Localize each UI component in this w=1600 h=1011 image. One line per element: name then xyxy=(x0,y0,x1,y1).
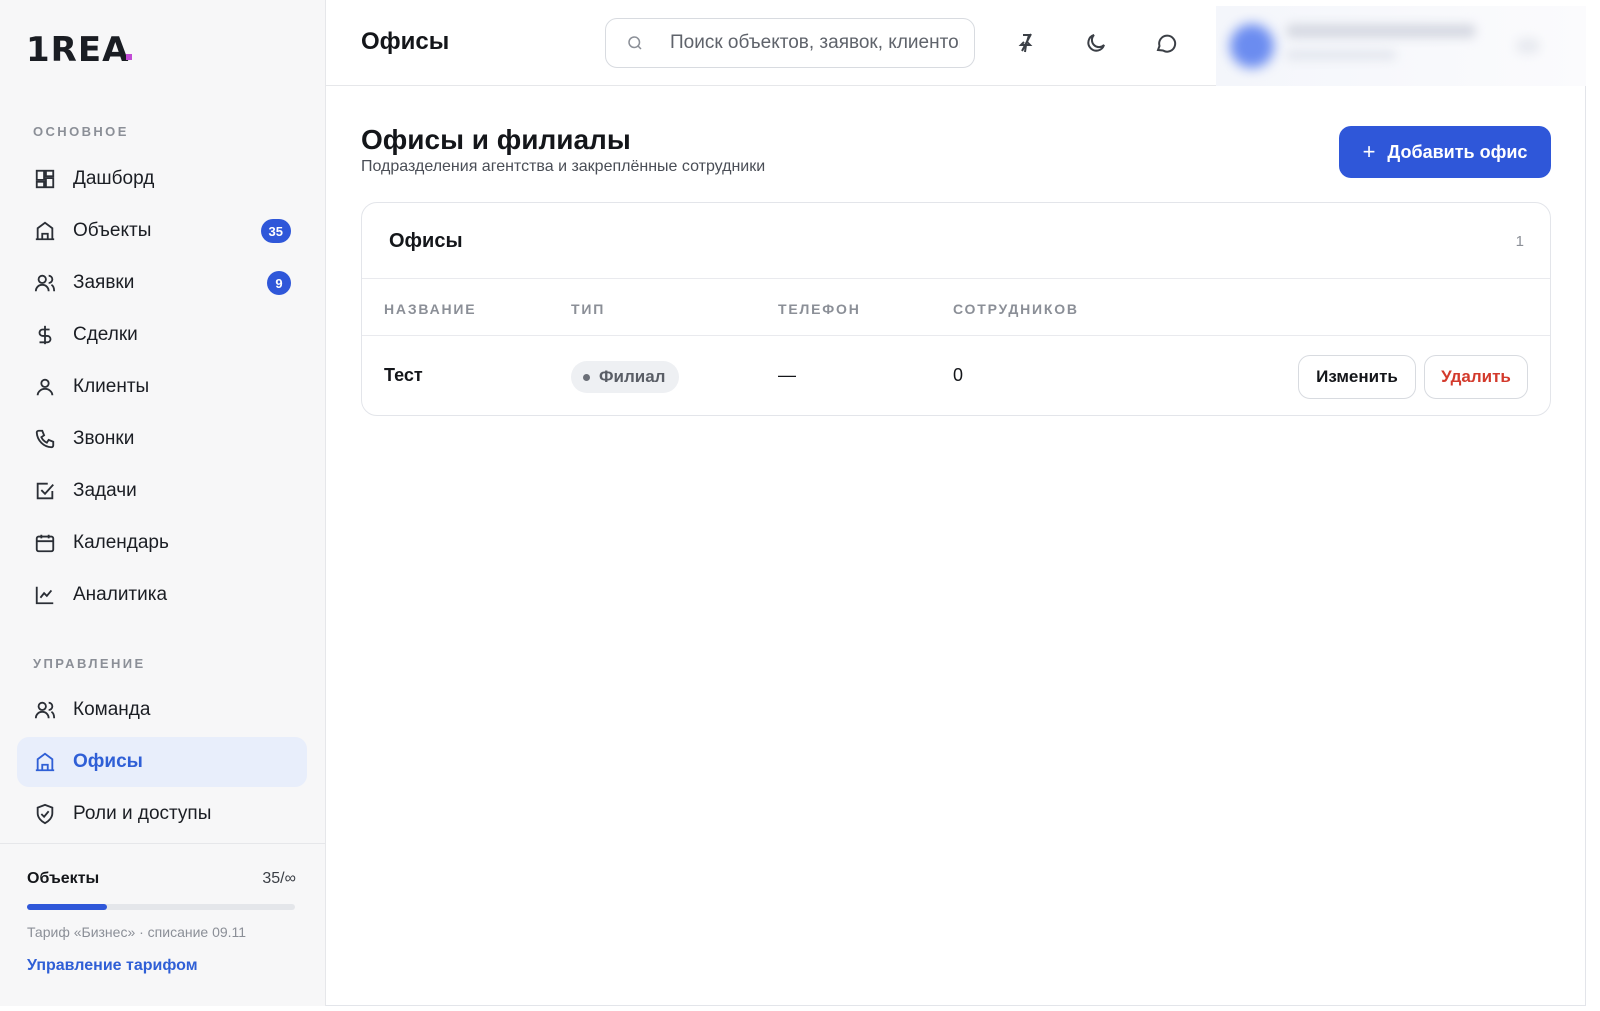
add-office-button[interactable]: + Добавить офис xyxy=(1339,126,1551,178)
office-name: Тест xyxy=(384,365,423,385)
user-profile-menu[interactable] xyxy=(1216,6,1586,86)
plan-usage: Объекты 35/∞ Тариф «Бизнес» · списание 0… xyxy=(0,843,326,1006)
plan-note: Тариф «Бизнес» · списание 09.11 xyxy=(27,924,247,940)
office-phone: — xyxy=(778,365,796,385)
phone-icon xyxy=(33,427,57,451)
plan-usage-title: Объекты xyxy=(27,870,100,887)
office-employees-count: 0 xyxy=(953,365,964,385)
card-title: Офисы xyxy=(389,230,463,252)
plan-progress-track xyxy=(27,904,295,910)
sidebar-item-label: Объекты xyxy=(73,220,152,241)
sidebar-item-label: Команда xyxy=(73,699,151,720)
sidebar-item-calendar[interactable]: Календарь xyxy=(17,518,307,568)
sidebar-item-label: Клиенты xyxy=(73,376,150,397)
building-icon xyxy=(33,219,57,243)
pin-off-icon[interactable] xyxy=(1011,28,1041,58)
sidebar-item-roles[interactable]: Роли и доступы xyxy=(17,789,307,839)
plus-icon: + xyxy=(1362,139,1376,164)
column-header-phone[interactable]: ТЕЛЕФОН xyxy=(778,301,861,317)
card-header: Офисы 1 xyxy=(362,203,1550,279)
nav-section-main: ОСНОВНОЕ xyxy=(33,124,129,139)
dashboard-icon xyxy=(33,167,57,191)
checkbox-icon xyxy=(33,479,57,503)
sidebar-item-objects[interactable]: Объекты 35 xyxy=(17,206,307,256)
sidebar-item-label: Календарь xyxy=(73,532,169,553)
sidebar-item-calls[interactable]: Звонки xyxy=(17,414,307,464)
profile-menu-toggle[interactable] xyxy=(1516,38,1540,54)
sidebar-item-requests[interactable]: Заявки 9 xyxy=(17,258,307,308)
user-icon xyxy=(33,375,57,399)
add-office-label: Добавить офис xyxy=(1387,141,1528,162)
blurred-user-role xyxy=(1286,50,1396,60)
top-header: Офисы xyxy=(326,0,1586,86)
sidebar-item-team[interactable]: Команда xyxy=(17,685,307,735)
avatar xyxy=(1230,24,1274,68)
sidebar: 1REA ОСНОВНОЕ Дашборд Объекты 35 Заявки … xyxy=(0,0,326,1006)
search-box[interactable] xyxy=(605,18,975,68)
office-icon xyxy=(33,750,57,774)
sidebar-item-label: Офисы xyxy=(73,751,143,772)
chat-icon[interactable] xyxy=(1151,28,1181,58)
svg-text:1REA: 1REA xyxy=(26,30,129,66)
search-icon xyxy=(628,36,642,50)
table-row[interactable]: Тест Филиал — 0 Изменить Удалить xyxy=(362,336,1550,416)
brand-logo[interactable]: 1REA xyxy=(26,30,148,66)
calendar-icon xyxy=(33,531,57,555)
plan-progress-fill xyxy=(27,904,108,910)
sidebar-item-label: Дашборд xyxy=(73,168,155,189)
sidebar-item-deals[interactable]: Сделки xyxy=(17,310,307,360)
table-header: НАЗВАНИЕ ТИП ТЕЛЕФОН СОТРУДНИКОВ xyxy=(362,279,1550,336)
column-header-name[interactable]: НАЗВАНИЕ xyxy=(384,301,476,317)
office-type-chip: Филиал xyxy=(571,361,680,393)
sidebar-item-offices[interactable]: Офисы xyxy=(17,737,307,787)
count-badge: 35 xyxy=(260,219,291,243)
nav-section-manage: УПРАВЛЕНИЕ xyxy=(33,656,146,671)
app-window: 1REA ОСНОВНОЕ Дашборд Объекты 35 Заявки … xyxy=(0,0,1586,1006)
plan-usage-count: 35/∞ xyxy=(262,870,296,887)
edit-office-button[interactable]: Изменить xyxy=(1298,355,1416,399)
sidebar-item-label: Заявки xyxy=(73,272,135,293)
sidebar-item-label: Звонки xyxy=(73,428,135,449)
count-badge: 9 xyxy=(267,271,291,295)
users-icon xyxy=(33,271,57,295)
chart-line-icon xyxy=(33,583,57,607)
manage-plan-link[interactable]: Управление тарифом xyxy=(27,957,198,975)
shield-check-icon xyxy=(33,802,57,826)
team-icon xyxy=(33,698,57,722)
column-header-type[interactable]: ТИП xyxy=(571,301,605,317)
card-count: 1 xyxy=(1515,233,1524,250)
page-title: Офисы xyxy=(361,28,450,55)
column-header-employees[interactable]: СОТРУДНИКОВ xyxy=(953,301,1079,317)
offices-card: Офисы 1 НАЗВАНИЕ ТИП ТЕЛЕФОН СОТРУДНИКОВ… xyxy=(361,202,1551,416)
delete-office-button[interactable]: Удалить xyxy=(1424,355,1528,399)
sidebar-item-label: Аналитика xyxy=(73,584,168,605)
moon-icon[interactable] xyxy=(1081,28,1111,58)
sidebar-item-label: Сделки xyxy=(73,324,138,345)
blurred-user-name xyxy=(1286,24,1476,38)
sidebar-item-analytics[interactable]: Аналитика xyxy=(17,570,307,620)
sidebar-item-label: Задачи xyxy=(73,480,137,501)
sidebar-item-tasks[interactable]: Задачи xyxy=(17,466,307,516)
office-type-label: Филиал xyxy=(599,367,666,386)
dollar-icon xyxy=(33,323,57,347)
section-title: Офисы и филиалы xyxy=(361,124,631,155)
search-input[interactable] xyxy=(670,32,960,54)
section-subtitle: Подразделения агентства и закреплённые с… xyxy=(361,158,766,175)
status-dot-icon xyxy=(583,373,590,381)
sidebar-item-clients[interactable]: Клиенты xyxy=(17,362,307,412)
sidebar-item-dashboard[interactable]: Дашборд xyxy=(17,154,307,204)
sidebar-item-label: Роли и доступы xyxy=(73,803,212,824)
